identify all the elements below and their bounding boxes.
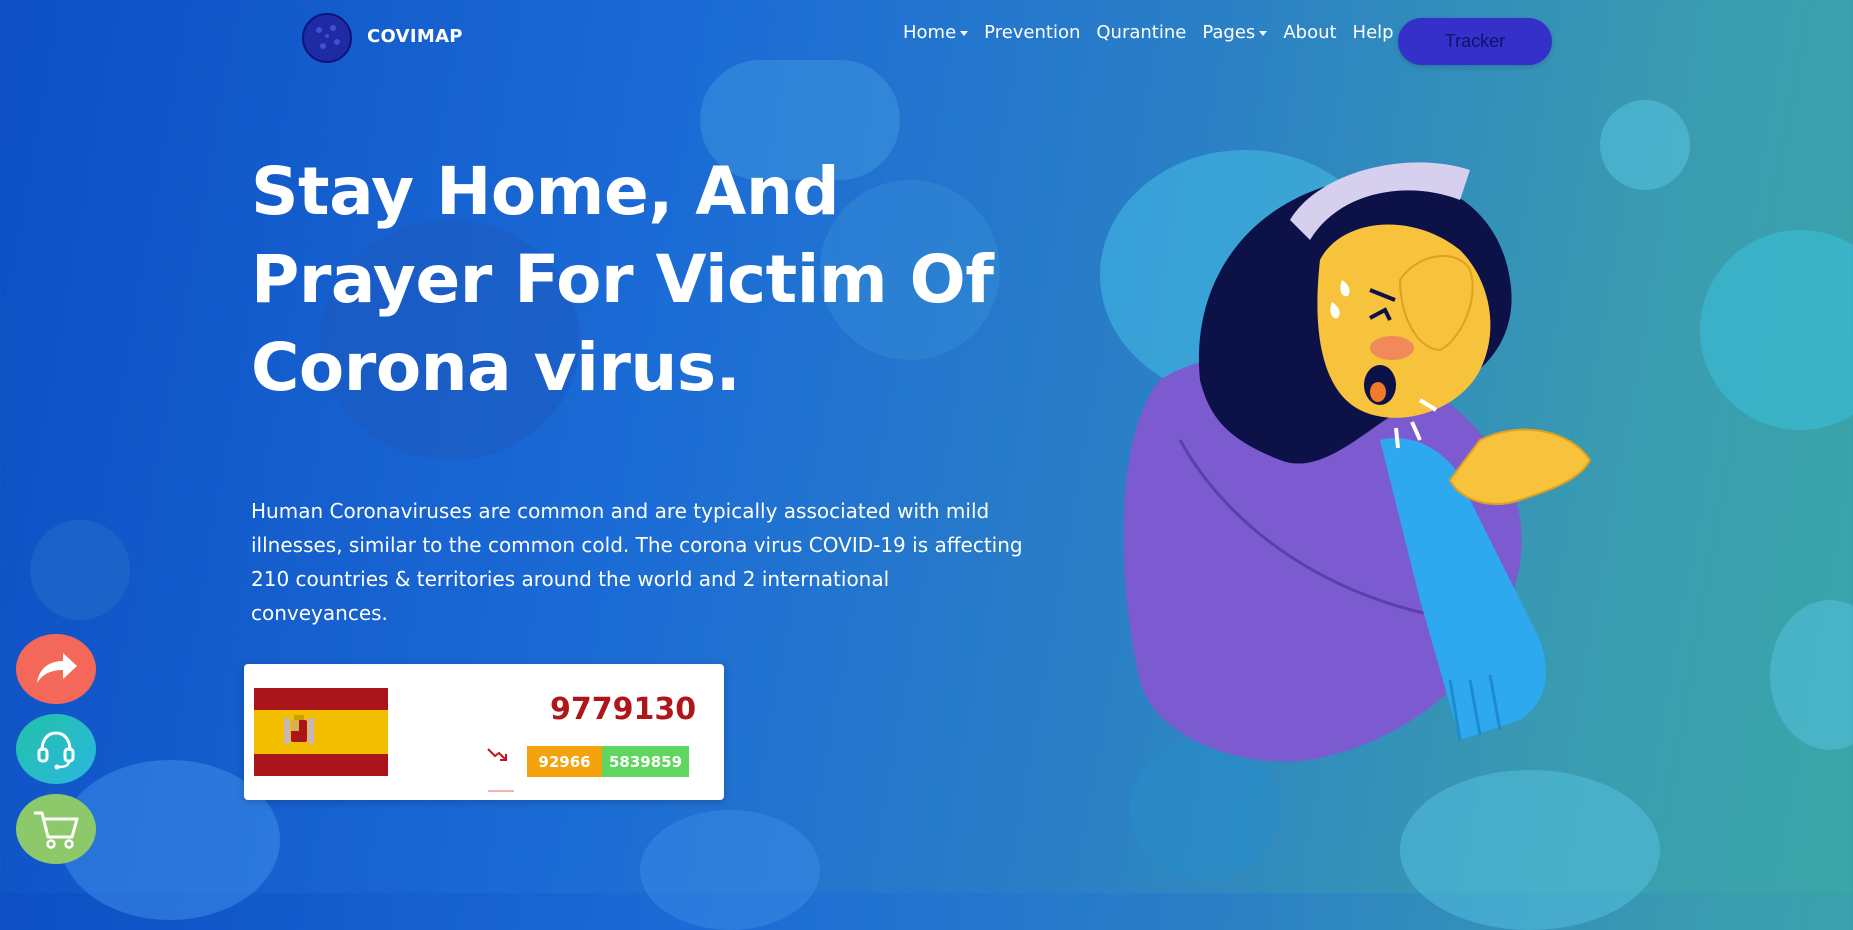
recovered-badge: 5839859 [602,746,689,777]
sick-woman-illustration [1123,162,1592,762]
share-button[interactable] [16,634,96,704]
deaths-badge: 92966 [527,746,602,777]
country-stats-card[interactable]: 9779130 92966 5839859 [244,664,724,800]
nav-pages-label: Pages [1202,22,1256,43]
hero-title-line: Prayer For Victim Of [251,241,994,318]
hero-title: Stay Home, And Prayer For Victim Of Coro… [251,148,1011,412]
chevron-down-icon [960,30,969,36]
chevron-down-icon [1259,30,1268,36]
nav-home[interactable]: Home [903,22,969,43]
brand-name[interactable]: COVIMAP [367,26,463,47]
hero-description: Human Coronaviruses are common and are t… [251,499,1023,625]
top-navbar: COVIMAP Home Prevention Qurantine Pages … [0,0,1853,80]
nav-quarantine[interactable]: Qurantine [1096,22,1186,43]
nav-help[interactable]: Help [1353,22,1394,43]
total-cases: 9779130 [550,692,697,727]
cart-icon [34,811,79,849]
hero-title-line: Corona virus. [251,329,741,406]
virus-logo-icon[interactable] [301,12,353,64]
nav-home-label: Home [903,22,957,43]
trend-down-icon [487,748,507,761]
support-button[interactable] [16,714,96,784]
headset-icon [37,731,75,770]
share-icon [37,653,77,683]
divider [488,790,514,792]
spain-flag-icon [254,688,388,776]
tracker-button[interactable]: Tracker [1398,18,1552,65]
nav-pages[interactable]: Pages [1202,22,1268,43]
cart-button[interactable] [16,794,96,864]
main-menu: Home Prevention Qurantine Pages About He… [903,22,1394,43]
hero-title-line: Stay Home, And [251,153,840,230]
nav-about[interactable]: About [1283,22,1336,43]
nav-prevention[interactable]: Prevention [984,22,1080,43]
